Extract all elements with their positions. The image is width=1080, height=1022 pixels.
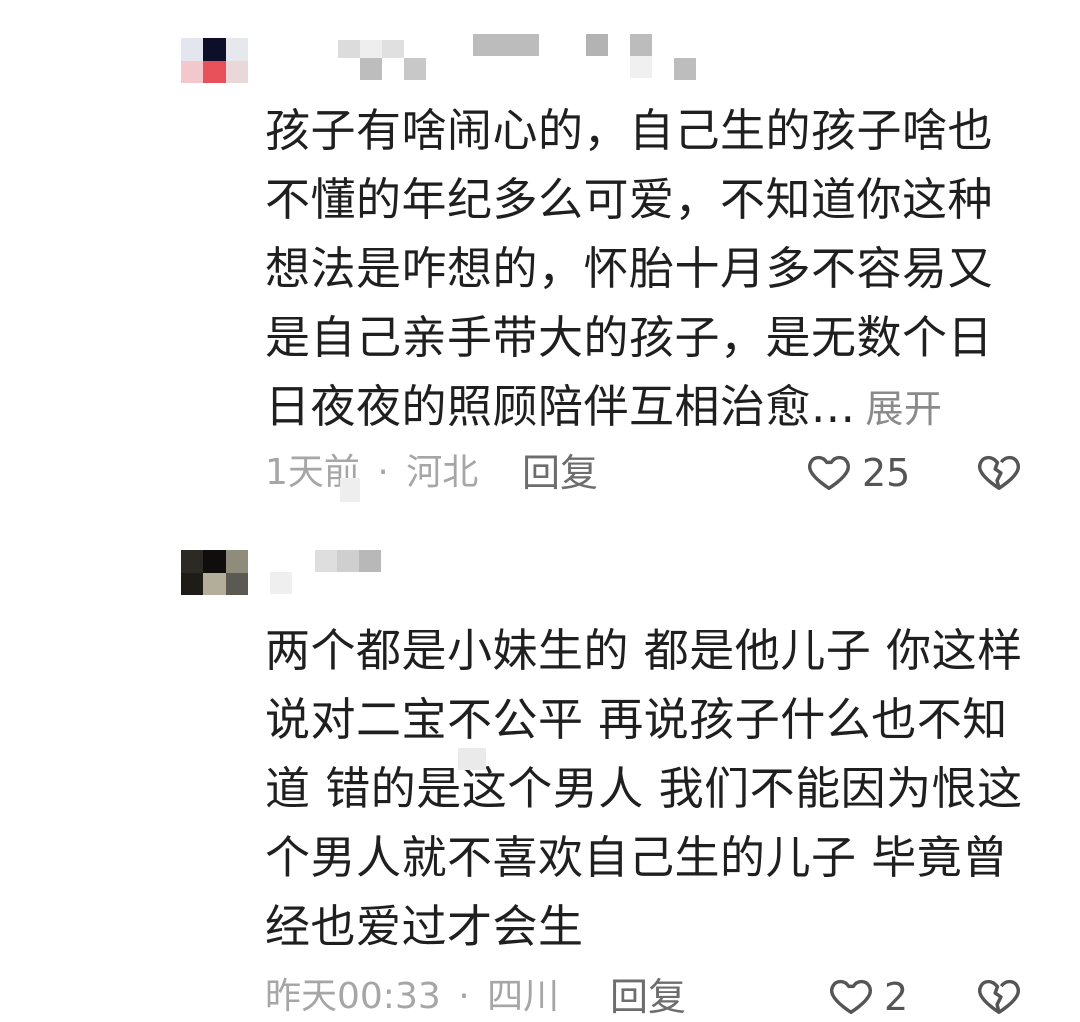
avatar-pixel bbox=[203, 550, 226, 573]
heart-icon[interactable] bbox=[828, 972, 874, 1018]
avatar-pixel bbox=[225, 550, 248, 573]
avatar-pixel bbox=[181, 572, 204, 595]
comment-item: 两个都是小妹生的 都是他儿子 你这样说对二宝不公平 再说孩子什么也不知道 错的是… bbox=[0, 520, 1080, 1019]
separator: · bbox=[458, 976, 470, 1017]
username-blurred[interactable] bbox=[270, 550, 390, 595]
avatar-pixel bbox=[203, 60, 226, 83]
like-count: 25 bbox=[862, 451, 911, 495]
reply-button[interactable]: 回复 bbox=[522, 448, 598, 498]
heart-icon[interactable] bbox=[806, 448, 852, 494]
avatar-pixel bbox=[225, 572, 248, 595]
avatar-pixel bbox=[181, 550, 204, 573]
avatar-pixel bbox=[203, 38, 226, 61]
broken-heart-icon[interactable] bbox=[976, 448, 1022, 494]
comment-content: 两个都是小妹生的 都是他儿子 你这样说对二宝不公平 再说孩子什么也不知道 错的是… bbox=[265, 624, 1023, 953]
username-blurred[interactable] bbox=[338, 34, 708, 80]
comment-time: 昨天00:33 bbox=[265, 976, 441, 1017]
reply-button[interactable]: 回复 bbox=[610, 972, 686, 1022]
comment-location: 四川 bbox=[487, 976, 560, 1017]
broken-heart-icon[interactable] bbox=[976, 972, 1022, 1018]
avatar-pixel bbox=[181, 60, 204, 83]
avatar-pixel bbox=[225, 60, 248, 83]
blur-overlay bbox=[340, 478, 360, 502]
avatar[interactable] bbox=[181, 38, 248, 83]
comment-text: 孩子有啥闹心的，自己生的孩子啥也不懂的年纪多么可爱，不知道你这种想法是咋想的，怀… bbox=[265, 96, 1035, 444]
avatar[interactable] bbox=[181, 550, 248, 595]
avatar-pixel bbox=[225, 38, 248, 61]
comment-meta: 昨天00:33 · 四川 bbox=[265, 972, 559, 1022]
expand-link[interactable]: 展开 bbox=[865, 387, 942, 431]
avatar-pixel bbox=[203, 572, 226, 595]
comment-content: 孩子有啥闹心的，自己生的孩子啥也不懂的年纪多么可爱，不知道你这种想法是咋想的，怀… bbox=[265, 104, 994, 433]
comment-meta: 1天前 · 河北 bbox=[265, 448, 478, 498]
avatar-pixel bbox=[181, 38, 204, 61]
comment-item: 孩子有啥闹心的，自己生的孩子啥也不懂的年纪多么可爱，不知道你这种想法是咋想的，怀… bbox=[0, 0, 1080, 520]
like-count: 2 bbox=[884, 975, 909, 1019]
comment-location: 河北 bbox=[406, 452, 479, 493]
separator: · bbox=[377, 452, 389, 493]
comment-text: 两个都是小妹生的 都是他儿子 你这样说对二宝不公平 再说孩子什么也不知道 错的是… bbox=[265, 616, 1025, 961]
blur-overlay bbox=[458, 748, 486, 770]
